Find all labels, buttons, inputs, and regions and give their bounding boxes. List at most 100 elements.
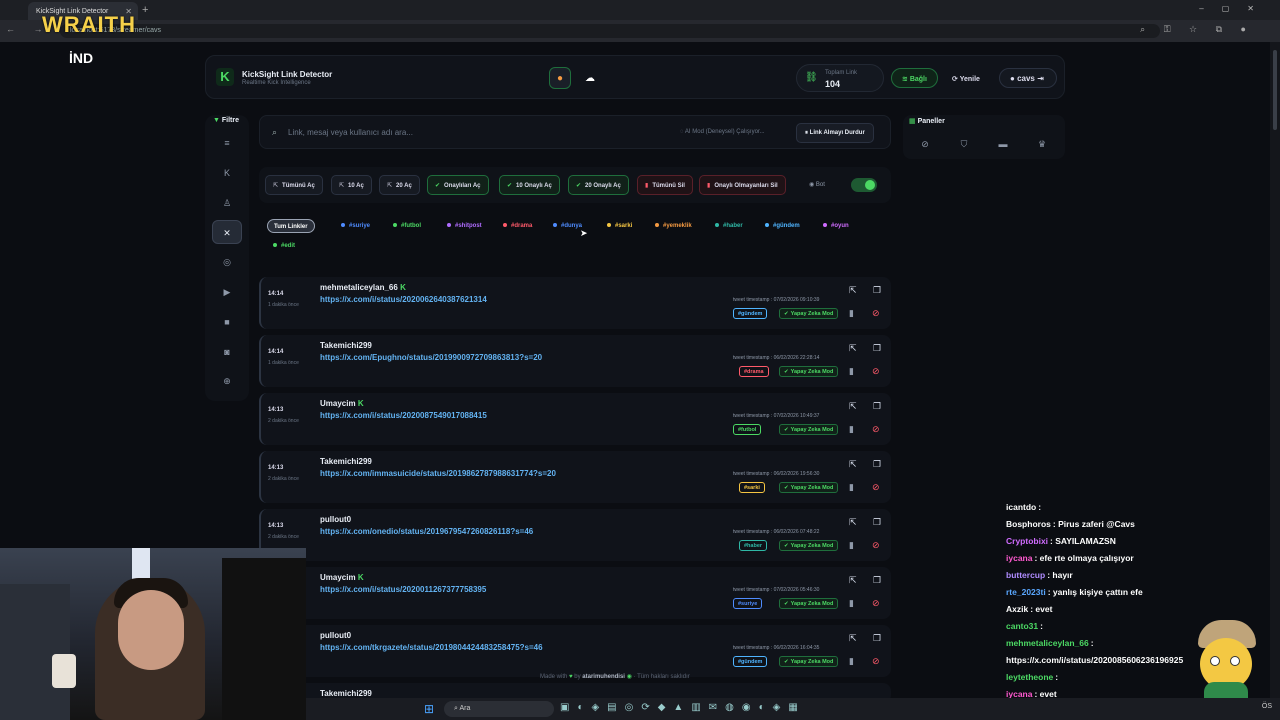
refresh-label: Yenile [959, 76, 980, 83]
tag-filter-2[interactable]: #futbol [387, 219, 427, 233]
tag-filter-8[interactable]: #haber [709, 219, 749, 233]
windows-start-icon[interactable]: ⊞ [424, 702, 434, 716]
open-link-icon[interactable]: ⇱ [849, 517, 857, 528]
tag-label: #suriye [349, 223, 371, 229]
row-link[interactable]: https://x.com/i/status/20200875490170884… [320, 411, 487, 420]
filter-x-icon[interactable]: ✕ [212, 220, 242, 244]
window-controls[interactable]: –▢✕ [1199, 4, 1272, 13]
block-icon[interactable]: ⊘ [872, 308, 880, 319]
cloud-icon[interactable]: ☁ [579, 67, 601, 89]
search-bar[interactable]: ⌕ Link, mesaj veya kullanıcı adı ara... … [259, 115, 891, 149]
open-approved-button[interactable]: ✔ Onaylıları Aç [427, 175, 489, 195]
shield-panel-icon[interactable]: ⛉ [950, 133, 978, 155]
block-icon[interactable]: ⊘ [872, 598, 880, 609]
block-panel-icon[interactable]: ⊘ [911, 133, 939, 155]
open-10-approved-button[interactable]: ✔ 10 Onaylı Aç [499, 175, 560, 195]
tag-filter-3[interactable]: #shitpost [441, 219, 488, 233]
open-20-approved-button[interactable]: ✔ 20 Onaylı Aç [568, 175, 629, 195]
row-link[interactable]: https://x.com/i/status/20200626403876213… [320, 295, 487, 304]
block-icon[interactable]: ⊘ [872, 656, 880, 667]
refresh-button[interactable]: ⟳ Yenile [941, 68, 991, 88]
address-bar[interactable]: localhost:5173/streamer/cavs [60, 24, 1160, 38]
row-link[interactable]: https://x.com/onedio/status/201967954726… [320, 527, 533, 536]
row-user: pullout0 [320, 631, 351, 640]
delete-icon[interactable]: ▮ [849, 308, 854, 319]
delete-icon[interactable]: ▮ [849, 540, 854, 551]
filter-instagram-icon[interactable]: ◎ [212, 250, 242, 274]
filter-kick-icon[interactable]: K [212, 161, 242, 185]
block-icon[interactable]: ⊘ [872, 540, 880, 551]
tag-label: Tum Linkler [274, 224, 308, 230]
filter-globe-icon[interactable]: ⊕ [212, 369, 242, 393]
tag-filter-1[interactable]: #suriye [335, 219, 376, 233]
open-link-icon[interactable]: ⇱ [849, 343, 857, 354]
row-link[interactable]: https://x.com/i/status/20200112673777583… [320, 585, 486, 594]
tag-label: #dunya [561, 223, 583, 229]
row-link[interactable]: https://x.com/tkrgazete/status/201980442… [320, 643, 543, 652]
delete-icon[interactable]: ▮ [849, 598, 854, 609]
open-link-icon[interactable]: ⇱ [849, 575, 857, 586]
taskbar-app-icons[interactable]: ▣◐◈▤◎⟳◆▲▥✉◍◉◐◈▦ [560, 702, 806, 713]
trophy-panel-icon[interactable]: ♛ [1028, 133, 1056, 155]
avatar-icon[interactable]: ● [549, 67, 571, 89]
tag-filter-4[interactable]: #drama [497, 219, 538, 233]
tag-filter-11[interactable]: #edit [267, 239, 301, 253]
row-link[interactable]: https://x.com/immasuicide/status/2019862… [320, 469, 556, 478]
open-10-button[interactable]: ⇱ 10 Aç [331, 175, 372, 195]
footer-icon: ◉ [626, 674, 634, 680]
delete-icon[interactable]: ▮ [849, 424, 854, 435]
stop-links-button[interactable]: ⏸ Link Almayı Durdur [796, 123, 874, 143]
tag-filter-6[interactable]: #sarki [601, 219, 638, 233]
toolbar-icons[interactable]: ⌕ ⚿ ☆ ⧉ ● [1140, 24, 1254, 35]
copy-icon[interactable]: ❐ [873, 343, 881, 354]
open-link-icon[interactable]: ⇱ [849, 285, 857, 296]
open-all-button[interactable]: ⇱ Tümünü Aç [265, 175, 323, 195]
filter-youtube-icon[interactable]: ▶ [212, 280, 242, 304]
tag-filter-9[interactable]: #gündem [759, 219, 806, 233]
row-ago: 1 dakika önce [268, 302, 299, 308]
block-icon[interactable]: ⊘ [872, 424, 880, 435]
filter-video-icon[interactable]: ■ [212, 310, 242, 334]
taskbar-search[interactable]: ⌕ Ara [444, 701, 554, 717]
filter-user-icon[interactable]: ♙ [212, 191, 242, 215]
delete-icon[interactable]: ▮ [849, 482, 854, 493]
row-link[interactable]: https://x.com/Epughno/status/20199009727… [320, 353, 542, 362]
chat-text: yanlış kişiye çattın efe [1052, 587, 1143, 597]
delete-unapproved-button[interactable]: ▮ Onaylı Olmayanları Sil [699, 175, 786, 195]
user-menu[interactable]: ● cavs ⇥ [999, 68, 1057, 88]
system-tray[interactable]: ÖS [1262, 703, 1272, 710]
filter-list-icon[interactable]: ≡ [212, 131, 242, 155]
bot-toggle[interactable] [851, 178, 877, 192]
copy-icon[interactable]: ❐ [873, 401, 881, 412]
row-user: Takemichi299 [320, 457, 372, 466]
copy-icon[interactable]: ❐ [873, 633, 881, 644]
row-username: Takemichi299 [320, 689, 372, 698]
scrollbar-thumb[interactable] [1273, 50, 1277, 130]
search-input[interactable]: Link, mesaj veya kullanıcı adı ara... [288, 128, 413, 137]
logout-icon[interactable]: ⇥ [1035, 74, 1044, 83]
delete-all-button[interactable]: ▮ Tümünü Sil [637, 175, 693, 195]
open-20-button[interactable]: ⇱ 20 Aç [379, 175, 420, 195]
block-icon[interactable]: ⊘ [872, 482, 880, 493]
page-scrollbar[interactable] [1270, 42, 1280, 698]
trash-panel-icon[interactable]: ▬ [989, 133, 1017, 155]
delete-icon[interactable]: ▮ [849, 656, 854, 667]
tag-filter-7[interactable]: #yemeklik [649, 219, 698, 233]
copy-icon[interactable]: ❐ [873, 575, 881, 586]
copy-icon[interactable]: ❐ [873, 517, 881, 528]
copy-icon[interactable]: ❐ [873, 459, 881, 470]
connected-badge[interactable]: ≋ Bağlı [891, 68, 938, 88]
tag-filter-10[interactable]: #oyun [817, 219, 855, 233]
open-link-icon[interactable]: ⇱ [849, 633, 857, 644]
delete-icon[interactable]: ▮ [849, 366, 854, 377]
block-icon[interactable]: ⊘ [872, 366, 880, 377]
open-link-icon[interactable]: ⇱ [849, 459, 857, 470]
panels-heading: ▦ Paneller [909, 117, 945, 125]
copy-icon[interactable]: ❐ [873, 285, 881, 296]
tag-filter-0[interactable]: Tum Linkler [267, 219, 315, 233]
open-all-label: Tümünü Aç [282, 183, 315, 189]
open-link-icon[interactable]: ⇱ [849, 401, 857, 412]
chat-message: https://x.com/i/status/20200856062361969… [1006, 655, 1183, 665]
filter-camera-icon[interactable]: ◙ [212, 340, 242, 364]
new-tab-button[interactable]: + [142, 4, 148, 16]
